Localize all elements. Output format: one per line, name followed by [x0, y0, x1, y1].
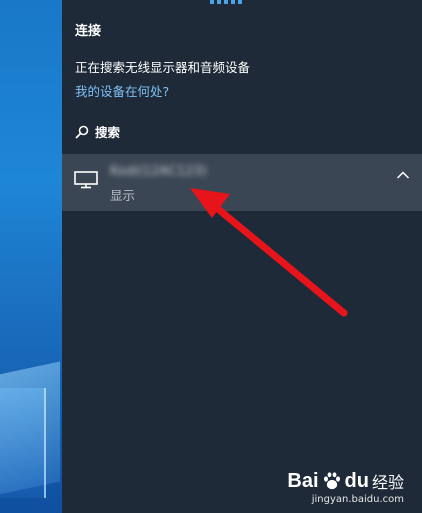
search-status-text: 正在搜索无线显示器和音频设备 — [75, 60, 251, 75]
desktop-wallpaper — [0, 0, 62, 513]
paw-icon — [323, 472, 340, 490]
drag-dot — [231, 0, 235, 4]
search-label: 搜索 — [95, 125, 121, 140]
drag-dot — [224, 0, 228, 4]
watermark-logo-text-b: du — [344, 469, 369, 492]
monitor-icon — [74, 171, 98, 189]
baidu-watermark: Bai du 经验 jingyan.baidu.com — [287, 469, 404, 506]
connect-panel: 连接 正在搜索无线显示器和音频设备 我的设备在何处? 搜索 Kodi(12AC1… — [62, 0, 422, 513]
wallpaper-window-shape — [0, 388, 46, 498]
device-list-item[interactable]: Kodi(12AC123) 显示 — [62, 154, 422, 211]
screenshot: 连接 正在搜索无线显示器和音频设备 我的设备在何处? 搜索 Kodi(12AC1… — [0, 0, 422, 513]
drag-dot — [238, 0, 242, 4]
panel-title: 连接 — [75, 24, 102, 39]
device-type-label: 显示 — [110, 188, 136, 203]
drag-dot — [210, 0, 214, 4]
chevron-up-icon[interactable] — [396, 170, 410, 180]
search-icon — [75, 125, 89, 138]
where-is-my-device-link[interactable]: 我的设备在何处? — [75, 81, 169, 100]
device-name: Kodi(12AC123) — [110, 164, 207, 179]
watermark-logo-text-a: Bai — [287, 469, 319, 492]
watermark-logo: Bai du 经验 — [287, 469, 404, 493]
drag-dot — [217, 0, 221, 4]
watermark-logo-text-cn: 经验 — [371, 475, 404, 492]
panel-drag-handle[interactable] — [210, 0, 242, 4]
search-button[interactable]: 搜索 — [75, 122, 120, 141]
watermark-url: jingyan.baidu.com — [311, 494, 404, 505]
